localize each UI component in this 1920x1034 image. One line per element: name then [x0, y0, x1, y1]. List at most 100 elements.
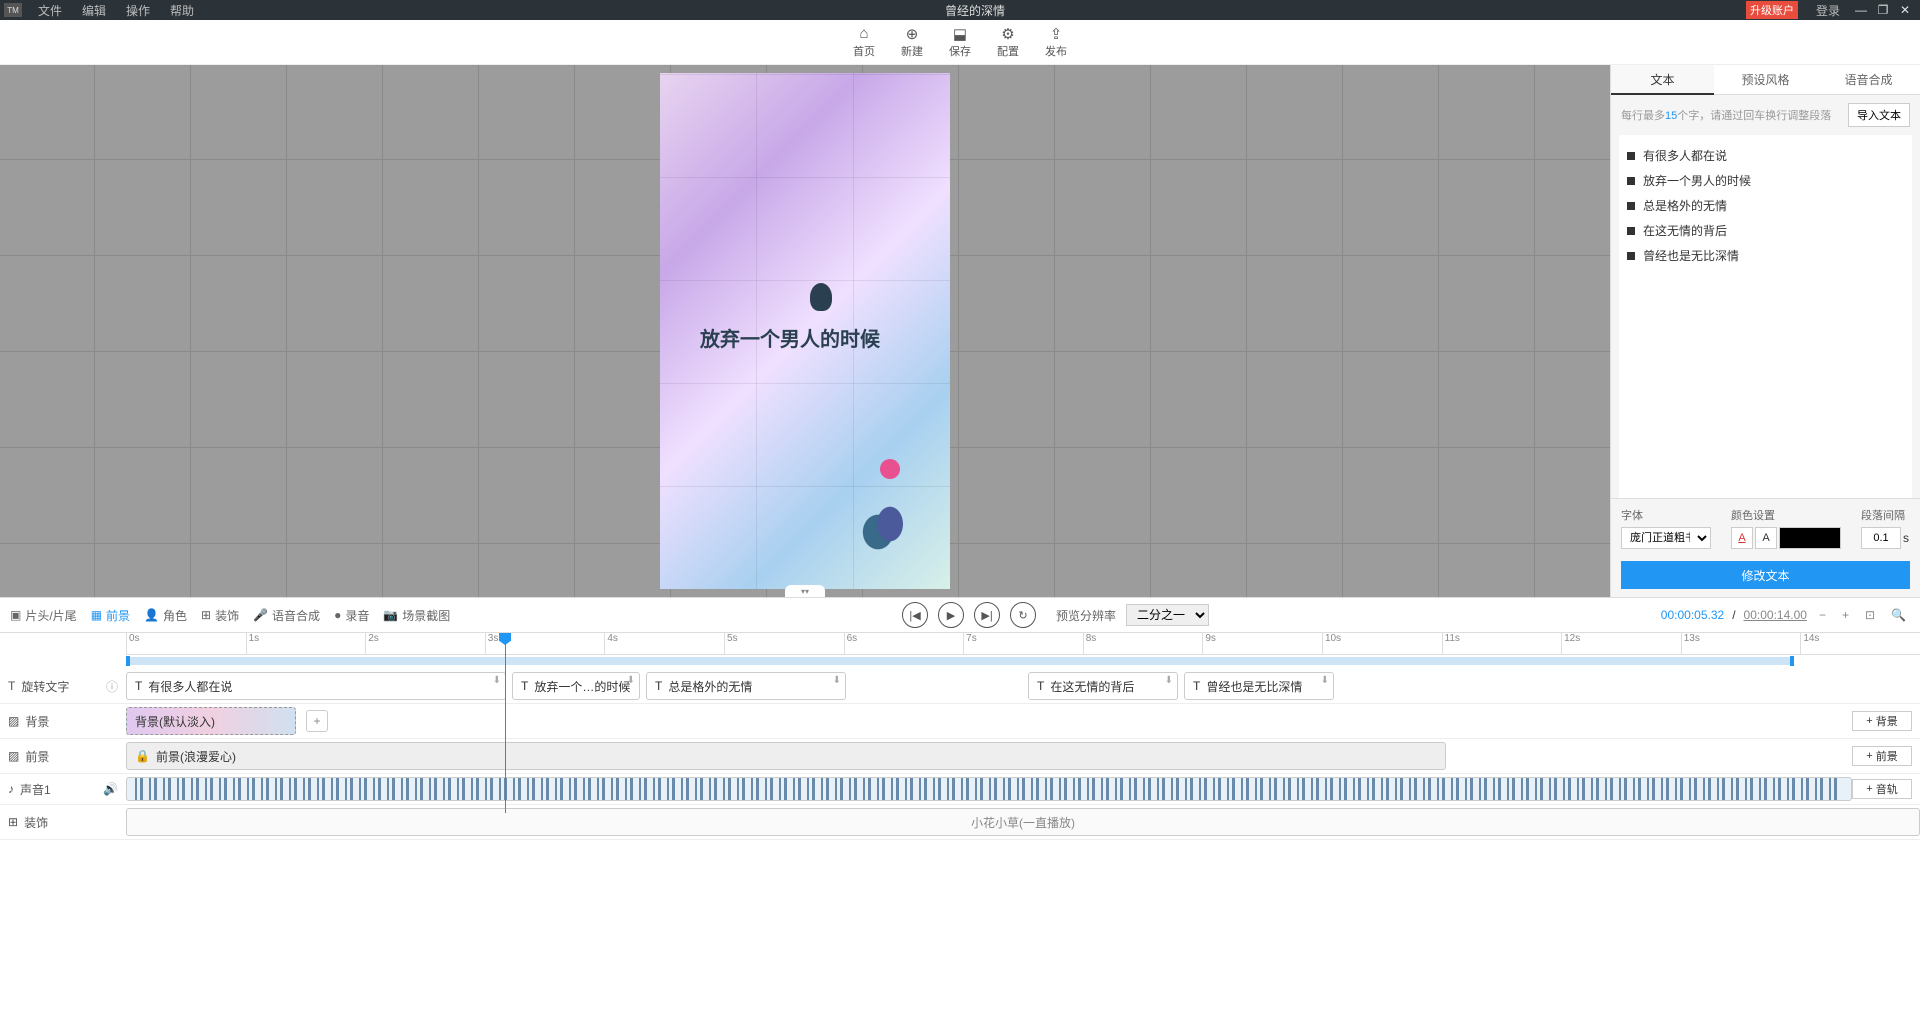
audio-track-label: 声音1 [20, 781, 51, 798]
ruler-tick-6[interactable]: 6s [844, 633, 964, 654]
clip-download-icon[interactable]: ⬇ [1321, 675, 1329, 686]
text-track-label: 旋转文字 [21, 678, 69, 695]
ruler-tick-11[interactable]: 11s [1442, 633, 1562, 654]
loop-button[interactable]: ↻ [1010, 602, 1036, 628]
font-select[interactable]: 庞门正道粗书体 [1621, 527, 1711, 549]
ctrl-tab-4[interactable]: 🎤语音合成 [253, 607, 320, 624]
add-bg-clip-button[interactable]: + [306, 710, 328, 732]
canvas-area[interactable]: 有很多人都在说 放弃一个男人的时候 ↻🔓16:99:16✎◎ ▾▾ [0, 65, 1610, 597]
ruler-tick-12[interactable]: 12s [1561, 633, 1681, 654]
text-clip-5[interactable]: T曾经也是无比深情⬇ [1184, 672, 1334, 700]
text-line-4[interactable]: 曾经也是无比深情 [1627, 243, 1904, 268]
text-clip-2[interactable]: T总是格外的无情⬇ [646, 672, 846, 700]
tab-preset[interactable]: 预设风格 [1714, 65, 1817, 95]
menu-edit[interactable]: 编辑 [72, 2, 116, 19]
add-audio-track-button[interactable]: + 音轨 [1852, 779, 1912, 799]
ruler-tick-9[interactable]: 9s [1202, 633, 1322, 654]
menu-file[interactable]: 文件 [28, 2, 72, 19]
ctrl-tab-1[interactable]: ▦前景 [91, 607, 130, 624]
toolbar-2[interactable]: ⬓保存 [949, 25, 971, 59]
text-line-2[interactable]: 总是格外的无情 [1627, 193, 1904, 218]
toolbar-0[interactable]: ⌂首页 [853, 25, 875, 59]
audio-mute-icon[interactable]: 🔊 [103, 782, 118, 796]
zoom-out-button[interactable]: − [1815, 608, 1830, 622]
toolbar-label-0: 首页 [853, 43, 875, 59]
minimize-button[interactable]: — [1850, 3, 1872, 17]
text-clip-4[interactable]: T在这无情的背后⬇ [1028, 672, 1178, 700]
ruler-tick-2[interactable]: 2s [365, 633, 485, 654]
ctrl-tab-5[interactable]: ●录音 [334, 607, 369, 624]
canvas-horizontal-text[interactable]: 放弃一个男人的时候 [700, 323, 880, 352]
ruler-tick-7[interactable]: 7s [963, 633, 1083, 654]
canvas-flower-decoration[interactable] [850, 459, 930, 569]
add-bg-track-button[interactable]: + 背景 [1852, 711, 1912, 731]
text-line-0[interactable]: 有很多人都在说 [1627, 143, 1904, 168]
menu-action[interactable]: 操作 [116, 2, 160, 19]
color-swatch[interactable] [1779, 527, 1841, 549]
toolbar-3[interactable]: ⚙配置 [997, 25, 1019, 59]
spacing-label: 段落间隔 [1861, 507, 1909, 523]
clip-download-icon[interactable]: ⬇ [493, 675, 501, 686]
menu-help[interactable]: 帮助 [160, 2, 204, 19]
canvas-frame[interactable]: 有很多人都在说 放弃一个男人的时候 ↻🔓16:99:16✎◎ [660, 73, 950, 589]
text-color-button[interactable]: A [1731, 527, 1753, 549]
ruler-tick-8[interactable]: 8s [1083, 633, 1203, 654]
text-list[interactable]: 有很多人都在说放弃一个男人的时候总是格外的无情在这无情的背后曾经也是无比深情 [1619, 135, 1912, 498]
text-track-info-icon[interactable]: ⓘ [106, 678, 118, 695]
tab-tts[interactable]: 语音合成 [1817, 65, 1920, 95]
ruler-tick-4[interactable]: 4s [604, 633, 724, 654]
text-clip-0[interactable]: T有很多人都在说⬇ [126, 672, 506, 700]
tab-text[interactable]: 文本 [1611, 65, 1714, 95]
timeline-range[interactable] [126, 657, 1794, 665]
audio-clip[interactable] [126, 777, 1852, 801]
spacing-input[interactable] [1861, 527, 1901, 549]
add-fg-track-button[interactable]: + 前景 [1852, 746, 1912, 766]
text-line-1[interactable]: 放弃一个男人的时候 [1627, 168, 1904, 193]
toolbar-4[interactable]: ⇪发布 [1045, 25, 1067, 59]
clip-download-icon[interactable]: ⬇ [833, 675, 841, 686]
ruler-tick-0[interactable]: 0s [126, 633, 246, 654]
ctrl-tab-icon-2: 👤 [144, 608, 159, 622]
ctrl-tab-0[interactable]: ▣片头/片尾 [10, 607, 77, 624]
next-button[interactable]: ▶| [974, 602, 1000, 628]
outline-color-button[interactable]: A [1755, 527, 1777, 549]
close-button[interactable]: ✕ [1894, 3, 1916, 17]
toolbar-1[interactable]: ⊕新建 [901, 25, 923, 59]
clip-download-icon[interactable]: ⬇ [627, 675, 635, 686]
ctrl-tab-3[interactable]: ⊞装饰 [201, 607, 239, 624]
ctrl-tab-6[interactable]: 📷场景截图 [383, 607, 450, 624]
deco-clip[interactable]: 小花小草(一直播放) [126, 808, 1920, 836]
time-total[interactable]: 00:00:14.00 [1744, 608, 1807, 622]
zoom-search-icon[interactable]: 🔍 [1887, 608, 1910, 622]
text-line-3[interactable]: 在这无情的背后 [1627, 218, 1904, 243]
bg-clip[interactable]: 背景(默认淡入) [126, 707, 296, 735]
toolbar-label-1: 新建 [901, 43, 923, 59]
fg-clip[interactable]: 🔒 前景(浪漫爱心) [126, 742, 1446, 770]
ruler-tick-10[interactable]: 10s [1322, 633, 1442, 654]
panel-pull-tab[interactable]: ▾▾ [785, 585, 825, 597]
play-button[interactable]: ▶ [938, 602, 964, 628]
spacing-unit: s [1903, 531, 1909, 545]
ctrl-tab-2[interactable]: 👤角色 [144, 607, 187, 624]
text-clip-label-1: 放弃一个…的时候 [534, 678, 630, 695]
ruler-tick-1[interactable]: 1s [246, 633, 366, 654]
deco-track-icon: ⊞ [8, 815, 18, 829]
zoom-in-button[interactable]: + [1838, 608, 1853, 622]
ruler-tick-5[interactable]: 5s [724, 633, 844, 654]
prev-button[interactable]: |◀ [902, 602, 928, 628]
upgrade-badge[interactable]: 升级账户 [1746, 1, 1798, 19]
maximize-button[interactable]: ❐ [1872, 3, 1894, 17]
login-link[interactable]: 登录 [1806, 2, 1850, 19]
canvas-avatar[interactable] [810, 283, 832, 311]
playhead[interactable] [505, 633, 506, 813]
zoom-fit-button[interactable]: ⊡ [1861, 608, 1879, 622]
text-clip-1[interactable]: T放弃一个…的时候⬇ [512, 672, 640, 700]
bg-track-label: 背景 [25, 713, 49, 730]
ruler-tick-14[interactable]: 14s [1800, 633, 1920, 654]
import-text-button[interactable]: 导入文本 [1848, 103, 1910, 127]
apply-text-button[interactable]: 修改文本 [1621, 561, 1910, 589]
rate-select[interactable]: 二分之一 [1126, 604, 1209, 626]
ruler-tick-13[interactable]: 13s [1681, 633, 1801, 654]
clip-download-icon[interactable]: ⬇ [1165, 675, 1173, 686]
toolbar-label-3: 配置 [997, 43, 1019, 59]
